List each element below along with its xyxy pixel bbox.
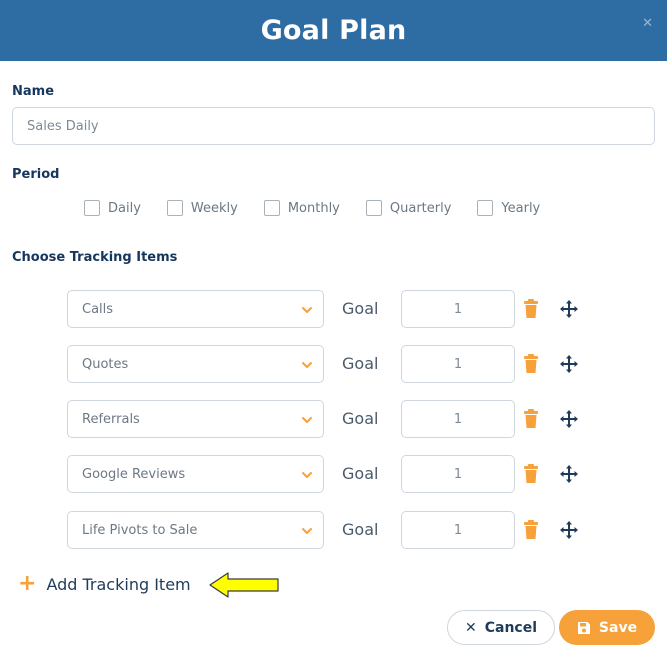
chevron-down-icon xyxy=(302,528,312,534)
cancel-label: Cancel xyxy=(484,619,537,636)
period-option-quarterly[interactable]: Quarterly xyxy=(365,200,452,216)
goal-input[interactable]: 1 xyxy=(401,345,515,383)
tracking-item-value: Calls xyxy=(82,301,114,317)
chevron-down-icon xyxy=(302,472,312,478)
period-label: Period xyxy=(12,167,60,182)
goal-value: 1 xyxy=(453,301,463,317)
goal-plan-modal: Goal Plan ✕ Name Sales Daily Period Dail… xyxy=(0,0,667,656)
chevron-down-icon xyxy=(302,307,312,313)
goal-input[interactable]: 1 xyxy=(401,400,515,438)
close-icon: ✕ xyxy=(464,619,477,636)
goal-label: Goal xyxy=(342,299,379,318)
period-option-label: Weekly xyxy=(190,200,238,216)
close-icon[interactable]: ✕ xyxy=(642,16,653,31)
name-input-value: Sales Daily xyxy=(27,118,99,134)
trash-icon[interactable] xyxy=(523,299,539,319)
trash-icon[interactable] xyxy=(523,354,539,374)
name-input[interactable]: Sales Daily xyxy=(12,107,655,145)
modal-header: Goal Plan ✕ xyxy=(0,0,667,61)
save-button[interactable]: Save xyxy=(559,610,655,645)
goal-label: Goal xyxy=(342,354,379,373)
goal-input[interactable]: 1 xyxy=(401,455,515,493)
tracking-row: Google Reviews Goal 1 xyxy=(67,455,587,493)
move-icon[interactable] xyxy=(559,354,579,374)
tracking-item-value: Referrals xyxy=(82,411,140,427)
period-options: Daily Weekly Monthly Quarterly Yearly xyxy=(84,200,566,216)
tracking-row: Life Pivots to Sale Goal 1 xyxy=(67,511,587,549)
add-tracking-item-label: Add Tracking Item xyxy=(46,574,191,594)
tracking-item-select[interactable]: Calls xyxy=(67,290,324,328)
goal-label: Goal xyxy=(342,464,379,483)
trash-icon[interactable] xyxy=(523,464,539,484)
goal-input[interactable]: 1 xyxy=(401,511,515,549)
yellow-arrow-annotation xyxy=(209,572,279,598)
name-label: Name xyxy=(12,84,55,99)
cancel-button[interactable]: ✕ Cancel xyxy=(447,610,555,645)
quarterly-checkbox[interactable] xyxy=(365,200,382,216)
move-icon[interactable] xyxy=(559,520,579,540)
goal-value: 1 xyxy=(453,411,463,427)
plus-icon: + xyxy=(18,571,37,596)
tracking-item-value: Quotes xyxy=(82,356,129,372)
tracking-row: Quotes Goal 1 xyxy=(67,345,587,383)
move-icon[interactable] xyxy=(559,464,579,484)
tracking-items-label: Choose Tracking Items xyxy=(12,250,178,265)
period-option-label: Quarterly xyxy=(389,200,452,216)
period-option-weekly[interactable]: Weekly xyxy=(166,200,238,216)
tracking-item-select[interactable]: Referrals xyxy=(67,400,324,438)
goal-value: 1 xyxy=(453,466,463,482)
tracking-row: Calls Goal 1 xyxy=(67,290,587,328)
chevron-down-icon xyxy=(302,362,312,368)
goal-input[interactable]: 1 xyxy=(401,290,515,328)
tracking-item-value: Life Pivots to Sale xyxy=(82,522,198,538)
tracking-item-select[interactable]: Google Reviews xyxy=(67,455,324,493)
monthly-checkbox[interactable] xyxy=(263,200,280,216)
goal-value: 1 xyxy=(453,522,463,538)
yearly-checkbox[interactable] xyxy=(477,200,494,216)
save-icon xyxy=(577,621,590,634)
weekly-checkbox[interactable] xyxy=(166,200,183,216)
goal-value: 1 xyxy=(453,356,463,372)
tracking-item-value: Google Reviews xyxy=(82,466,186,482)
trash-icon[interactable] xyxy=(523,409,539,429)
trash-icon[interactable] xyxy=(523,520,539,540)
period-option-monthly[interactable]: Monthly xyxy=(263,200,340,216)
period-option-daily[interactable]: Daily xyxy=(84,200,141,216)
daily-checkbox[interactable] xyxy=(84,200,100,216)
period-option-label: Yearly xyxy=(501,200,541,216)
period-option-yearly[interactable]: Yearly xyxy=(477,200,540,216)
add-tracking-item-button[interactable]: + Add Tracking Item xyxy=(18,571,191,596)
period-option-label: Daily xyxy=(108,200,141,216)
save-label: Save xyxy=(598,619,638,636)
chevron-down-icon xyxy=(302,417,312,423)
tracking-item-select[interactable]: Life Pivots to Sale xyxy=(67,511,324,549)
tracking-row: Referrals Goal 1 xyxy=(67,400,587,438)
move-icon[interactable] xyxy=(559,409,579,429)
tracking-item-select[interactable]: Quotes xyxy=(67,345,324,383)
goal-label: Goal xyxy=(342,409,379,428)
modal-title: Goal Plan xyxy=(260,15,407,46)
move-icon[interactable] xyxy=(559,299,579,319)
period-option-label: Monthly xyxy=(287,200,340,216)
goal-label: Goal xyxy=(342,520,379,539)
